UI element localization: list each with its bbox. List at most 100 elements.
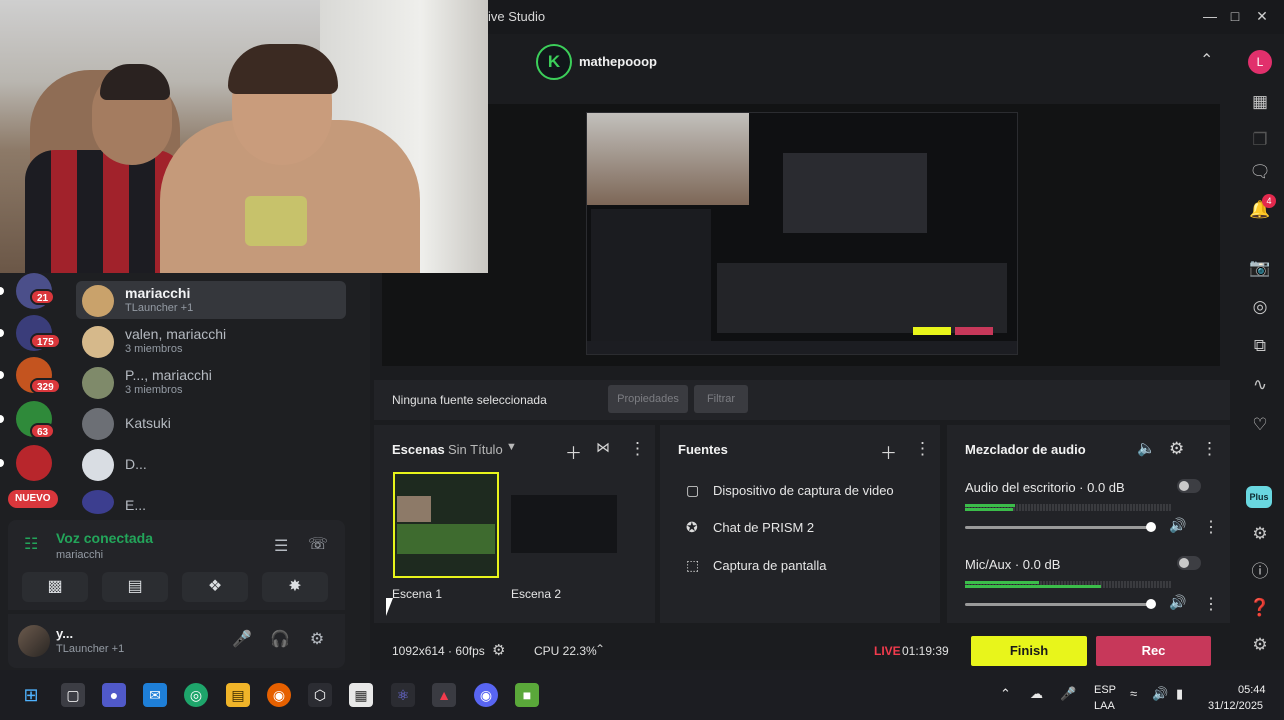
- speaker-icon[interactable]: 🔈: [1137, 439, 1156, 457]
- task-view-icon[interactable]: ▢: [61, 683, 85, 707]
- camera-off-button[interactable]: ▩: [22, 572, 88, 602]
- gear-icon[interactable]: ⚙: [305, 628, 329, 652]
- chevron-up-icon[interactable]: ⌃: [595, 642, 605, 656]
- source-item[interactable]: ⬚ Captura de pantalla: [678, 555, 928, 577]
- rec-button[interactable]: Rec: [1096, 636, 1211, 666]
- battery-icon[interactable]: ▮: [1176, 686, 1183, 702]
- atom-icon[interactable]: ⚛: [391, 683, 415, 707]
- chevron-up-icon[interactable]: ⌃: [1000, 686, 1011, 702]
- mute-toggle[interactable]: [1177, 556, 1201, 570]
- gear-icon[interactable]: ⚙: [492, 641, 505, 659]
- heart-icon[interactable]: ♡: [1246, 411, 1274, 439]
- scene-thumbnail-2[interactable]: [511, 495, 617, 553]
- edge-icon[interactable]: ◎: [184, 683, 208, 707]
- more-vertical-icon[interactable]: ⋮: [1201, 439, 1218, 459]
- stream-preview[interactable]: [586, 112, 1018, 355]
- prism-icon[interactable]: ▲: [432, 683, 456, 707]
- chevron-up-icon[interactable]: ⌃: [1200, 50, 1213, 70]
- avatar[interactable]: [18, 625, 50, 657]
- dm-item[interactable]: Katsuki: [76, 404, 346, 442]
- signature-icon[interactable]: ∿: [1246, 371, 1274, 399]
- discord-icon[interactable]: ◉: [474, 683, 498, 707]
- volume-knob[interactable]: [1146, 599, 1157, 609]
- dm-name: valen, mariacchi: [125, 326, 227, 342]
- voice-status[interactable]: Voz conectada: [56, 530, 153, 546]
- dm-item[interactable]: valen, mariacchi 3 miembros: [76, 322, 346, 360]
- camera-icon[interactable]: 📷: [1246, 254, 1274, 282]
- scene-collection-select[interactable]: Sin Título: [448, 442, 503, 457]
- windows-start-icon[interactable]: ⊞: [19, 683, 43, 707]
- chat-bubble-icon[interactable]: 🗨: [1246, 158, 1274, 186]
- dm-item[interactable]: mariacchi TLauncher +1: [76, 281, 346, 319]
- webcam-icon[interactable]: ◎: [1246, 293, 1274, 321]
- voice-channel[interactable]: mariacchi: [56, 549, 103, 561]
- disconnect-icon[interactable]: ☏: [308, 534, 328, 554]
- microphone-icon[interactable]: 🎤: [1060, 686, 1076, 702]
- screen-share-button[interactable]: ▤: [102, 572, 168, 602]
- wifi-icon[interactable]: ≈: [1130, 686, 1137, 701]
- dm-item[interactable]: E...: [76, 486, 346, 516]
- volume-slider[interactable]: [965, 599, 1157, 609]
- scene-label-1[interactable]: Escena 1: [392, 587, 442, 601]
- speaker-icon[interactable]: 🔊: [1169, 517, 1186, 534]
- user-avatar[interactable]: L: [1248, 50, 1272, 74]
- volume-knob[interactable]: [1146, 522, 1157, 532]
- volume-slider[interactable]: [965, 522, 1157, 532]
- teams-icon[interactable]: ●: [102, 683, 126, 707]
- properties-button[interactable]: Propiedades: [608, 385, 688, 413]
- activities-button[interactable]: ❖: [182, 572, 248, 602]
- status-bar: 1092x614 · 60fps ⚙ CPU 22.3% ⌃ LIVE 01:1…: [374, 630, 1230, 670]
- more-vertical-icon[interactable]: ⋮: [1203, 594, 1219, 614]
- mute-toggle[interactable]: [1177, 479, 1201, 493]
- app-hexagon-icon[interactable]: ⬡: [308, 683, 332, 707]
- add-source-icon[interactable]: ＋: [880, 439, 897, 464]
- keyboard-layout[interactable]: LAA: [1094, 700, 1115, 712]
- settings-icon[interactable]: ⚙: [1246, 631, 1274, 659]
- store-icon[interactable]: ▦: [349, 683, 373, 707]
- cloud-icon[interactable]: ☁: [1030, 686, 1043, 702]
- source-item[interactable]: ✪ Chat de PRISM 2: [678, 517, 928, 539]
- outlook-icon[interactable]: ✉: [143, 683, 167, 707]
- right-sidebar: L ▦ ❐ 🗨 🔔 4 📷 ◎ ⧉ ∿ ♡ Plus ⚙ ⓘ ❓ ⚙: [1238, 34, 1284, 670]
- transition-icon[interactable]: ⋈: [596, 439, 610, 456]
- filter-button[interactable]: Filtrar: [694, 385, 748, 413]
- finish-button[interactable]: Finish: [971, 636, 1087, 666]
- dm-activity: TLauncher +1: [125, 302, 194, 314]
- maximize-icon[interactable]: □: [1225, 6, 1245, 26]
- server-icon[interactable]: [16, 445, 52, 481]
- username[interactable]: y...: [56, 626, 73, 641]
- soundboard-button[interactable]: ✸: [262, 572, 328, 602]
- dm-item[interactable]: D...: [76, 445, 346, 483]
- info-box-icon[interactable]: ⓘ: [1246, 558, 1274, 586]
- language-code[interactable]: ESP: [1094, 684, 1116, 696]
- plus-badge[interactable]: Plus: [1246, 486, 1272, 508]
- help-icon[interactable]: ❓: [1246, 594, 1274, 622]
- minecraft-launcher-icon[interactable]: ■: [515, 683, 539, 707]
- plugin-icon[interactable]: ⚙: [1246, 520, 1274, 548]
- volume-icon[interactable]: 🔊: [1152, 686, 1168, 702]
- gear-icon[interactable]: ⚙: [1169, 439, 1184, 459]
- more-vertical-icon[interactable]: ⋮: [914, 439, 931, 459]
- clock-time[interactable]: 05:44: [1238, 684, 1266, 696]
- add-scene-icon[interactable]: ＋: [565, 439, 582, 464]
- more-vertical-icon[interactable]: ⋮: [1203, 517, 1219, 537]
- headphones-icon[interactable]: 🎧: [268, 628, 292, 652]
- firefox-icon[interactable]: ◉: [267, 683, 291, 707]
- scene-label-2[interactable]: Escena 2: [511, 587, 561, 601]
- layout-icon[interactable]: ▦: [1246, 88, 1274, 116]
- scene-thumbnail-1[interactable]: [393, 472, 499, 578]
- clock-date[interactable]: 31/12/2025: [1208, 700, 1263, 712]
- multi-window-icon[interactable]: ❐: [1246, 126, 1274, 154]
- dm-item[interactable]: P..., mariacchi 3 miembros: [76, 363, 346, 401]
- minimize-icon[interactable]: —: [1200, 6, 1220, 26]
- microphone-icon[interactable]: 🎤: [230, 628, 254, 652]
- chevron-down-icon[interactable]: ▼: [506, 441, 517, 453]
- file-explorer-icon[interactable]: ▤: [226, 683, 250, 707]
- source-item[interactable]: ▢ Dispositivo de captura de video: [678, 480, 928, 502]
- close-icon[interactable]: ✕: [1252, 6, 1272, 26]
- more-vertical-icon[interactable]: ⋮: [629, 439, 646, 459]
- soundboard-icon[interactable]: ☰: [274, 536, 288, 556]
- signal-icon: ☷: [24, 536, 39, 553]
- copy-icon[interactable]: ⧉: [1246, 332, 1274, 360]
- speaker-icon[interactable]: 🔊: [1169, 594, 1186, 611]
